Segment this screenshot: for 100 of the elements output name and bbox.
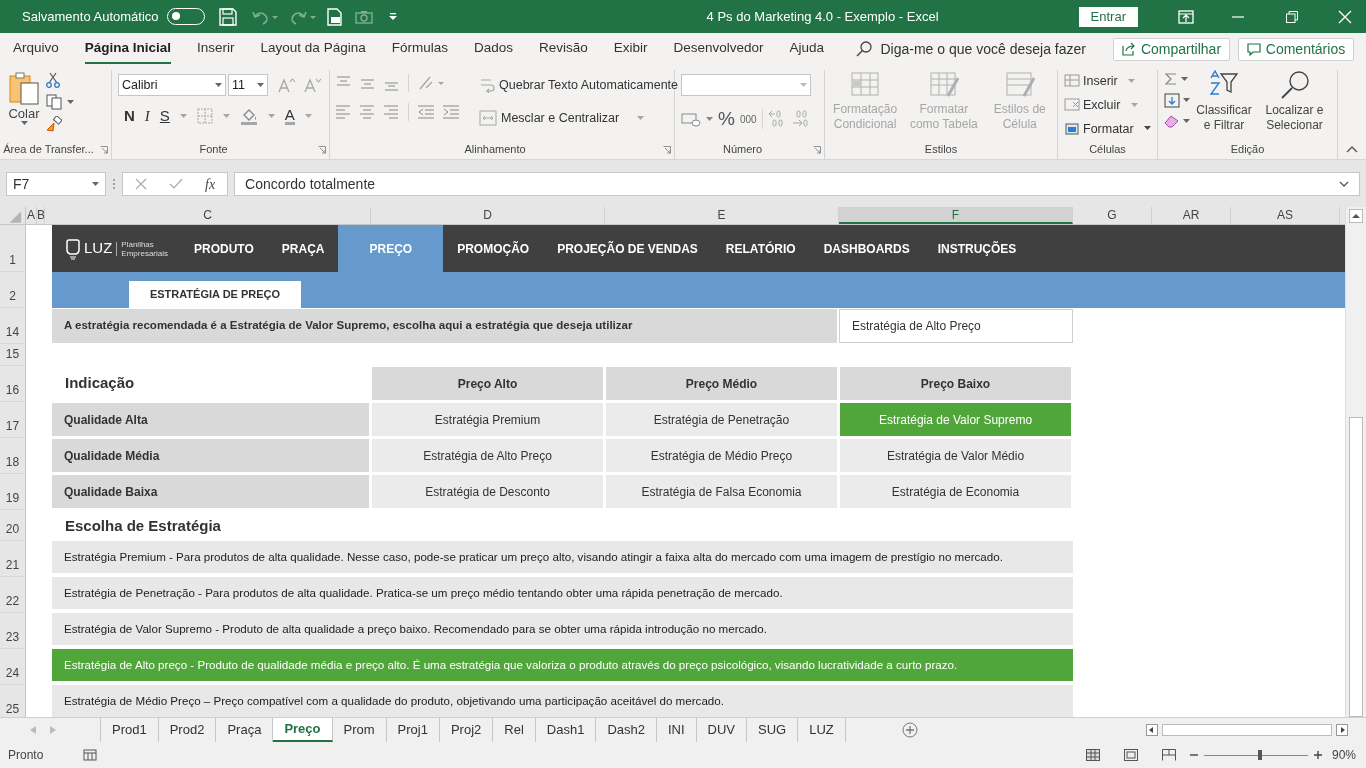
page-layout-icon[interactable]: [1123, 749, 1138, 761]
increase-indent-icon[interactable]: [443, 104, 459, 120]
ribbon-tab[interactable]: Ajuda: [789, 34, 825, 64]
dialog-launcher-icon[interactable]: [100, 146, 108, 154]
zoom-in-icon[interactable]: [1313, 751, 1322, 759]
zoom-level[interactable]: 90%: [1331, 746, 1356, 764]
sign-in-button[interactable]: Entrar: [1078, 6, 1138, 27]
horizontal-scrollbar[interactable]: [1162, 724, 1332, 736]
row-header[interactable]: 2: [0, 272, 26, 308]
orientation-icon[interactable]: [418, 75, 444, 91]
nav-tab[interactable]: DASHBOARDS: [809, 225, 924, 272]
fill-down-icon[interactable]: [1164, 92, 1180, 108]
sheet-tab[interactable]: Preço: [273, 718, 333, 742]
add-sheet-icon[interactable]: [901, 722, 918, 738]
caret-icon[interactable]: [1183, 118, 1190, 124]
caret-icon[interactable]: [92, 181, 99, 187]
copy-icon[interactable]: [46, 94, 64, 110]
format-painter-icon[interactable]: [46, 116, 62, 132]
camera-icon[interactable]: [354, 9, 373, 24]
number-format-field[interactable]: [681, 74, 811, 96]
caret-icon[interactable]: [215, 82, 222, 88]
collapse-ribbon-icon[interactable]: [1346, 145, 1358, 153]
strategy-select-field[interactable]: Estratégia de Alto Preço: [839, 309, 1073, 343]
customize-toolbar-icon[interactable]: [388, 12, 397, 21]
caret-icon[interactable]: [20, 121, 28, 126]
underline-button[interactable]: S: [159, 105, 170, 128]
insert-function-button[interactable]: fx: [205, 173, 216, 195]
row-header[interactable]: 18: [0, 438, 26, 474]
ribbon-tab[interactable]: Revisão: [538, 34, 588, 64]
wrap-text-button[interactable]: Quebrar Texto Automaticamente: [479, 76, 679, 95]
ribbon-button[interactable]: Classificar e Filtrar: [1194, 70, 1254, 139]
zoom-slider[interactable]: [1203, 749, 1308, 761]
percent-button[interactable]: %: [718, 105, 735, 134]
caret-icon[interactable]: [67, 99, 74, 105]
nav-tab[interactable]: PRODUTO: [180, 225, 268, 272]
nav-tab[interactable]: PROMOÇÃO: [443, 225, 544, 272]
font-color-button[interactable]: A: [284, 107, 295, 125]
row-header[interactable]: 23: [0, 613, 26, 649]
scroll-left-icon[interactable]: [1146, 724, 1158, 736]
zoom-slider-thumb[interactable]: [1258, 750, 1263, 760]
nav-tab[interactable]: INSTRUÇÕES: [923, 225, 1031, 272]
column-header[interactable]: AS: [1231, 207, 1340, 224]
comma-style-button[interactable]: 000: [739, 111, 757, 127]
expand-formula-icon[interactable]: [1339, 181, 1349, 187]
print-preview-icon[interactable]: [326, 7, 343, 26]
ribbon-display-icon[interactable]: [1178, 9, 1194, 24]
ribbon-tab[interactable]: Inserir: [197, 34, 235, 64]
decrease-indent-icon[interactable]: [418, 104, 434, 120]
row-header[interactable]: 24: [0, 649, 26, 685]
caret-icon[interactable]: [1143, 126, 1151, 132]
save-icon[interactable]: [218, 7, 237, 26]
row-header[interactable]: 15: [0, 344, 26, 366]
column-header[interactable]: C: [45, 207, 371, 224]
enter-icon[interactable]: [169, 178, 183, 190]
nav-tab[interactable]: PROJEÇÃO DE VENDAS: [543, 225, 712, 272]
dialog-launcher-icon[interactable]: [318, 146, 326, 154]
row-header[interactable]: 22: [0, 577, 26, 613]
ribbon-tab[interactable]: Fórmulas: [391, 34, 448, 64]
tell-me-field[interactable]: Diga-me o que você deseja fazer: [880, 38, 1113, 60]
ribbon-tab[interactable]: Arquivo: [13, 34, 59, 64]
borders-icon[interactable]: [196, 108, 213, 125]
accounting-format-icon[interactable]: [681, 111, 701, 128]
column-header[interactable]: A: [26, 207, 37, 224]
macro-record-icon[interactable]: [83, 749, 98, 761]
formula-field[interactable]: Concordo totalmente: [234, 172, 1360, 196]
row-header[interactable]: 25: [0, 685, 26, 717]
row-header[interactable]: 1: [0, 225, 26, 272]
column-header[interactable]: D: [371, 207, 605, 224]
caret-icon[interactable]: [1183, 97, 1190, 103]
name-box[interactable]: F7: [6, 172, 106, 196]
scroll-right-icon[interactable]: [1336, 724, 1348, 736]
previous-sheet-icon[interactable]: [30, 726, 36, 734]
section-tab[interactable]: ESTRATÉGIA DE PREÇO: [129, 281, 301, 308]
close-icon[interactable]: [1338, 9, 1352, 24]
cut-icon[interactable]: [46, 72, 60, 88]
font-size-field[interactable]: 11: [228, 74, 268, 96]
row-header[interactable]: 19: [0, 474, 26, 510]
fill-color-icon[interactable]: [239, 107, 258, 126]
italic-button[interactable]: I: [144, 105, 150, 128]
caret-icon[interactable]: [1181, 76, 1188, 82]
next-sheet-icon[interactable]: [50, 726, 56, 734]
share-button[interactable]: Compartilhar: [1112, 37, 1231, 61]
scroll-up-icon[interactable]: [1349, 209, 1363, 223]
column-header[interactable]: G: [1073, 207, 1152, 224]
align-left-icon[interactable]: [336, 104, 351, 120]
search-icon[interactable]: [856, 41, 873, 57]
row-header[interactable]: 17: [0, 402, 26, 438]
column-header[interactable]: F: [839, 207, 1073, 224]
nav-tab[interactable]: PRAÇA: [267, 225, 339, 272]
dialog-launcher-icon[interactable]: [813, 146, 821, 154]
column-header[interactable]: B: [37, 207, 45, 224]
align-right-icon[interactable]: [384, 104, 399, 120]
row-header[interactable]: 14: [0, 308, 26, 344]
row-header[interactable]: 21: [0, 541, 26, 577]
nav-tab[interactable]: RELATÓRIO: [711, 225, 810, 272]
font-name-field[interactable]: Calibri: [118, 74, 226, 96]
ribbon-tab[interactable]: Dados: [473, 34, 513, 64]
paste-button[interactable]: Colar: [6, 70, 42, 139]
align-center-icon[interactable]: [360, 104, 375, 120]
eraser-icon[interactable]: [1164, 114, 1180, 128]
